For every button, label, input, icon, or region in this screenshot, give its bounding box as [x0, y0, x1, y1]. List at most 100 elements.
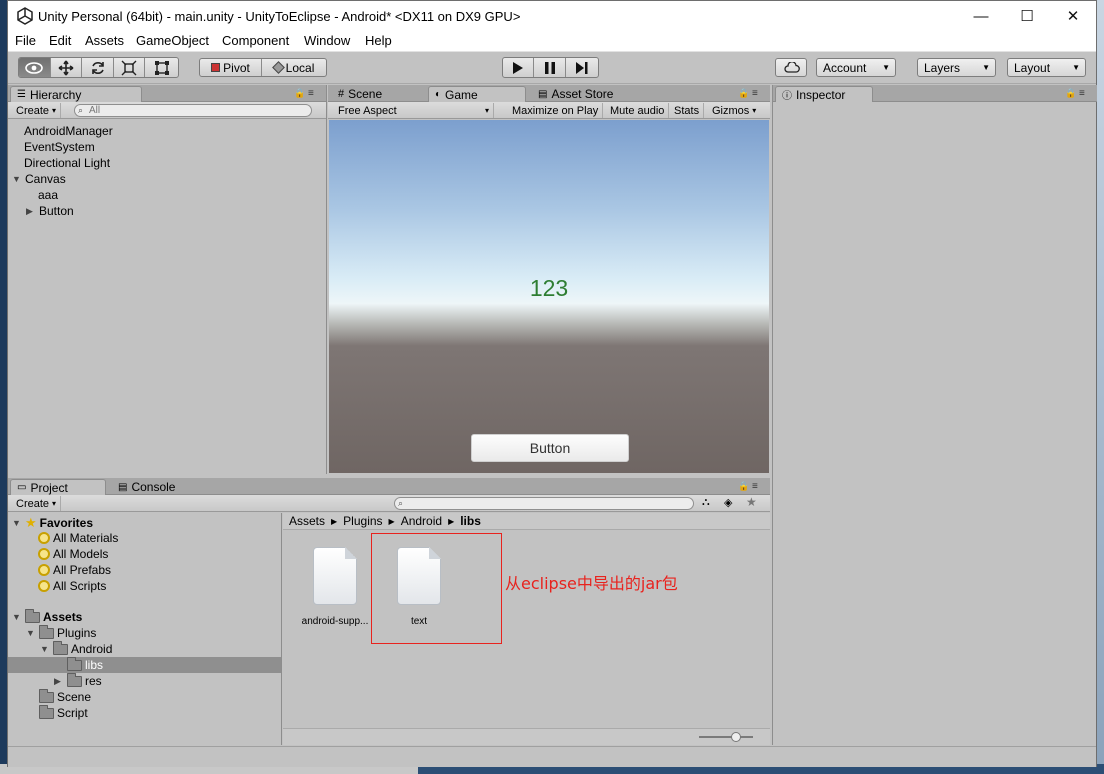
hierarchy-tabstrip: ☰ Hierarchy 🔒 ≡	[8, 85, 326, 102]
collapsed-arrow-icon[interactable]: ▶	[26, 206, 36, 217]
expanded-arrow-icon[interactable]: ▼	[12, 174, 22, 184]
menu-file[interactable]: File	[15, 33, 36, 48]
favorites-node[interactable]: ▼ ★ Favorites	[12, 515, 93, 531]
expanded-arrow-icon[interactable]: ▼	[40, 644, 50, 654]
layout-dropdown[interactable]: Layout ▼	[1007, 58, 1086, 77]
maximize-icon: ☐	[1020, 8, 1034, 25]
assets-node[interactable]: ▼ Assets	[12, 608, 82, 624]
file-label[interactable]: android-supp...	[295, 616, 375, 627]
hierarchy-item[interactable]: ▼ Canvas	[12, 172, 66, 186]
game-viewport[interactable]: 123 Button	[329, 120, 769, 473]
scale-tool-button[interactable]	[114, 58, 146, 77]
breadcrumb-item[interactable]: Android	[401, 514, 442, 528]
account-dropdown[interactable]: Account ▼	[816, 58, 896, 77]
file-icon[interactable]	[313, 547, 357, 605]
game-ui-button[interactable]: Button	[471, 434, 629, 462]
tab-asset-store[interactable]: ▤ Asset Store	[532, 86, 642, 102]
favorite-item[interactable]: All Prefabs	[38, 563, 111, 577]
file-label[interactable]: text	[379, 616, 459, 627]
breadcrumb-item[interactable]: Assets	[289, 514, 325, 528]
lock-icon[interactable]: 🔒	[294, 88, 305, 99]
folder-libs[interactable]: libs	[54, 656, 103, 672]
close-button[interactable]: ✕	[1050, 1, 1096, 31]
step-button[interactable]	[566, 58, 598, 77]
favorites-label: Favorites	[39, 516, 94, 530]
star-icon[interactable]: ★	[746, 495, 757, 509]
mute-audio-toggle[interactable]: Mute audio	[606, 103, 670, 118]
pause-button[interactable]	[534, 58, 566, 77]
menu-component[interactable]: Component	[222, 33, 289, 48]
tab-console[interactable]: ▤ Console	[112, 479, 192, 495]
menu-help[interactable]: Help	[365, 33, 392, 48]
favorite-item[interactable]: All Scripts	[38, 579, 106, 593]
folder-script[interactable]: Script	[26, 704, 88, 720]
aspect-label: Free Aspect	[338, 104, 397, 117]
pivot-label: Pivot	[223, 60, 250, 75]
menu-edit[interactable]: Edit	[49, 33, 71, 48]
maximize-button[interactable]: ☐	[1004, 1, 1050, 31]
mute-label: Mute audio	[610, 104, 665, 117]
view-tool-button[interactable]	[19, 58, 51, 77]
lock-icon[interactable]: 🔒	[738, 481, 749, 492]
favorite-item[interactable]: All Materials	[38, 531, 118, 545]
folder-res[interactable]: ▶ res	[54, 672, 102, 688]
expanded-arrow-icon[interactable]: ▼	[12, 612, 22, 622]
folder-plugins[interactable]: ▼ Plugins	[26, 624, 96, 640]
tab-inspector[interactable]: ⓘ Inspector	[775, 86, 873, 102]
hierarchy-item[interactable]: EventSystem	[24, 140, 95, 154]
hierarchy-item[interactable]: Directional Light	[24, 156, 110, 170]
filter-type-icon[interactable]: ⛬	[702, 496, 710, 509]
menu-window[interactable]: Window	[304, 33, 350, 48]
filter-label-icon[interactable]: ◈	[724, 496, 732, 509]
gizmos-dropdown[interactable]: Gizmos ▾	[708, 103, 760, 118]
tab-scene[interactable]: # Scene	[332, 86, 422, 102]
file-icon[interactable]	[397, 547, 441, 605]
status-bar	[8, 746, 1096, 767]
zoom-slider-track[interactable]	[699, 736, 753, 738]
hierarchy-search-input[interactable]: ⌕ All	[74, 104, 312, 117]
hierarchy-item[interactable]: AndroidManager	[24, 124, 113, 138]
panel-menu-icon[interactable]: ≡	[752, 88, 758, 99]
tab-game[interactable]: ◐ Game	[428, 86, 526, 102]
lock-icon[interactable]: 🔒	[1065, 88, 1076, 99]
play-icon	[513, 61, 524, 74]
aspect-dropdown[interactable]: Free Aspect ▾	[334, 103, 494, 118]
move-tool-button[interactable]	[51, 58, 83, 77]
tab-project[interactable]: ▭ Project	[10, 479, 106, 495]
menu-gameobject[interactable]: GameObject	[136, 33, 209, 48]
project-search-input[interactable]: ⌕	[394, 497, 694, 510]
caret-down-icon: ▼	[1072, 63, 1080, 72]
breadcrumb-item[interactable]: libs	[460, 514, 481, 528]
panel-menu-icon[interactable]: ≡	[752, 481, 758, 492]
minimize-button[interactable]: —	[958, 1, 1004, 31]
folder-label: Script	[57, 706, 88, 720]
zoom-slider-handle[interactable]	[731, 732, 741, 742]
cloud-button[interactable]	[775, 58, 807, 77]
tab-hierarchy[interactable]: ☰ Hierarchy	[10, 86, 142, 102]
pivot-button[interactable]: Pivot	[200, 59, 263, 76]
expanded-arrow-icon[interactable]: ▼	[12, 518, 22, 528]
layers-dropdown[interactable]: Layers ▼	[917, 58, 996, 77]
menu-assets[interactable]: Assets	[85, 33, 124, 48]
panel-menu-icon[interactable]: ≡	[308, 88, 314, 99]
breadcrumb-item[interactable]: Plugins	[343, 514, 382, 528]
hierarchy-create-dropdown[interactable]: Create ▾	[12, 103, 62, 118]
stats-toggle[interactable]: Stats	[670, 103, 705, 118]
rect-tool-button[interactable]	[145, 58, 178, 77]
collapsed-arrow-icon[interactable]: ▶	[54, 676, 64, 687]
play-button[interactable]	[503, 58, 535, 77]
favorite-item[interactable]: All Models	[38, 547, 108, 561]
panel-menu-icon[interactable]: ≡	[1079, 88, 1085, 99]
lock-icon[interactable]: 🔒	[738, 88, 749, 99]
folder-scene[interactable]: Scene	[26, 688, 91, 704]
hierarchy-item[interactable]: aaa	[38, 188, 58, 202]
game-ui-button-label: Button	[529, 440, 571, 456]
rotate-tool-button[interactable]	[82, 58, 114, 77]
layers-label: Layers	[924, 60, 961, 75]
expanded-arrow-icon[interactable]: ▼	[26, 628, 36, 638]
project-create-dropdown[interactable]: Create ▾	[12, 496, 62, 511]
folder-android[interactable]: ▼ Android	[40, 640, 112, 656]
local-button[interactable]: Local	[262, 59, 326, 76]
hierarchy-item[interactable]: ▶ Button	[26, 204, 74, 218]
maximize-on-play-toggle[interactable]: Maximize on Play	[508, 103, 604, 118]
